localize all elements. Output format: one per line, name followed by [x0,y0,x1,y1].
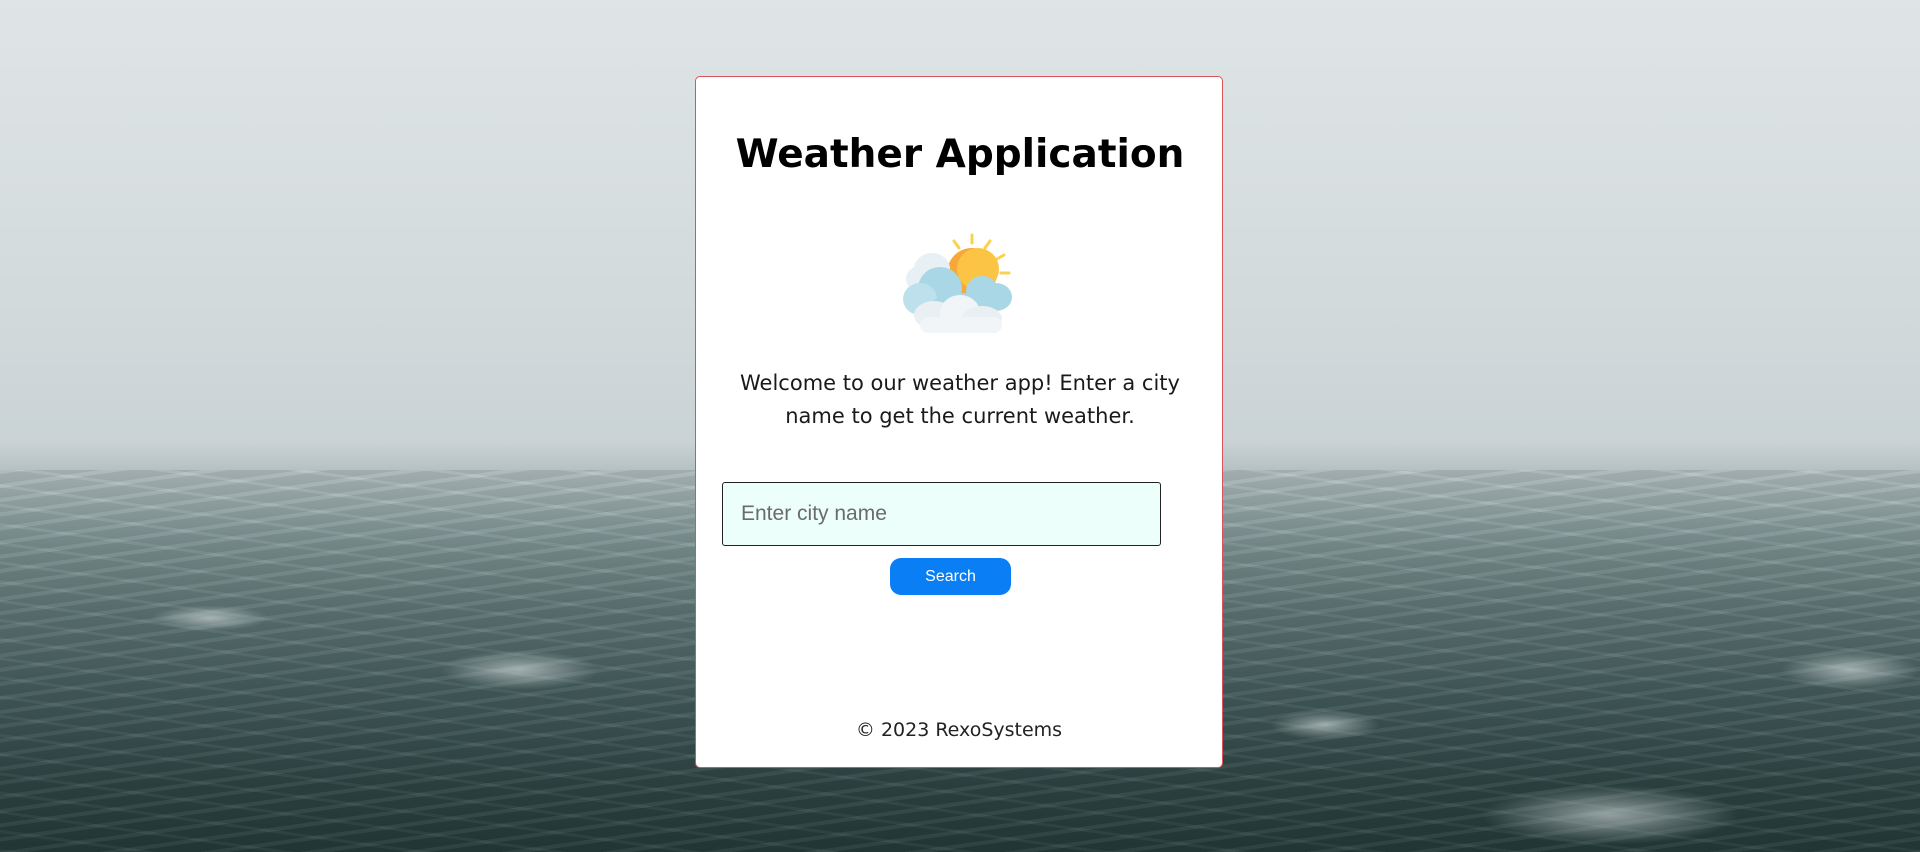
wave-foam [1480,785,1740,845]
footer-copyright: © 2023 RexoSystems [855,719,1063,741]
city-search-input[interactable] [722,482,1161,546]
wave-foam [1270,710,1380,740]
wave-foam [150,605,270,631]
sun-behind-clouds-icon [898,229,1018,335]
wave-foam [1780,650,1920,690]
wave-foam [440,650,600,690]
search-button[interactable]: Search [890,558,1011,595]
welcome-message: Welcome to our weather app! Enter a city… [740,371,1180,428]
page-title: Weather Application [735,132,1185,177]
